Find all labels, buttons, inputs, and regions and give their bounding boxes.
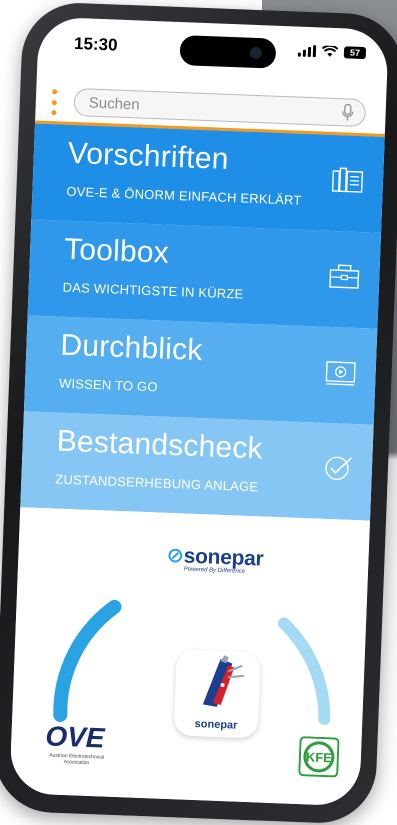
tile-title: Toolbox xyxy=(64,233,170,271)
camera-icon xyxy=(250,47,262,59)
signal-icon xyxy=(298,45,316,58)
dynamic-island xyxy=(179,35,276,69)
ove-subtitle: Austrian Electrotechnical Association xyxy=(44,752,108,766)
phone-frame: 15:30 57 Suchen xyxy=(0,1,397,825)
tile-subtitle: ZUSTANDSERHEBUNG ANLAGE xyxy=(55,472,258,495)
tile-title: Vorschriften xyxy=(67,137,229,177)
tile-vorschriften[interactable]: Vorschriften OVE-E & ÖNORM EINFACH ERKLÄ… xyxy=(31,123,384,232)
wifi-icon xyxy=(322,45,338,58)
video-icon xyxy=(323,357,358,388)
status-bar: 15:30 57 xyxy=(37,17,389,82)
app-icon-label: sonepar xyxy=(174,717,258,732)
tile-subtitle: DAS WICHTIGSTE IN KÜRZE xyxy=(62,280,243,302)
search-input[interactable]: Suchen xyxy=(73,88,366,127)
search-placeholder: Suchen xyxy=(88,95,139,114)
tile-subtitle: WISSEN TO GO xyxy=(59,376,158,395)
status-time: 15:30 xyxy=(74,34,118,56)
battery-icon: 57 xyxy=(344,46,366,59)
app-screen: 15:30 57 Suchen xyxy=(9,17,389,807)
kfe-logo: KFE xyxy=(298,736,340,778)
toolbox-icon xyxy=(327,261,362,292)
app-icon: sonepar xyxy=(174,649,261,738)
tile-durchblick[interactable]: Durchblick WISSEN TO GO xyxy=(24,315,377,424)
checkmark-icon xyxy=(319,453,354,484)
sonepar-logo: ⊘sonepar Powered By Difference xyxy=(166,543,264,576)
tile-title: Bestandscheck xyxy=(56,425,263,467)
books-icon xyxy=(330,165,365,196)
partner-section: ⊘sonepar Powered By Difference sonepar O… xyxy=(9,507,370,806)
ove-wordmark: OVE xyxy=(45,720,110,754)
kfe-wordmark: KFE xyxy=(306,749,333,765)
system-icons: 57 xyxy=(298,45,366,60)
pocket-knife-icon xyxy=(175,649,261,714)
tile-toolbox[interactable]: Toolbox DAS WICHTIGSTE IN KÜRZE xyxy=(28,219,381,328)
ove-logo: OVE Austrian Electrotechnical Associatio… xyxy=(44,720,110,766)
menu-button[interactable] xyxy=(51,89,58,115)
microphone-icon[interactable] xyxy=(340,103,355,122)
tile-bestandscheck[interactable]: Bestandscheck ZUSTANDSERHEBUNG ANLAGE xyxy=(20,411,373,520)
tile-title: Durchblick xyxy=(60,329,203,368)
tile-subtitle: OVE-E & ÖNORM EINFACH ERKLÄRT xyxy=(66,184,302,208)
